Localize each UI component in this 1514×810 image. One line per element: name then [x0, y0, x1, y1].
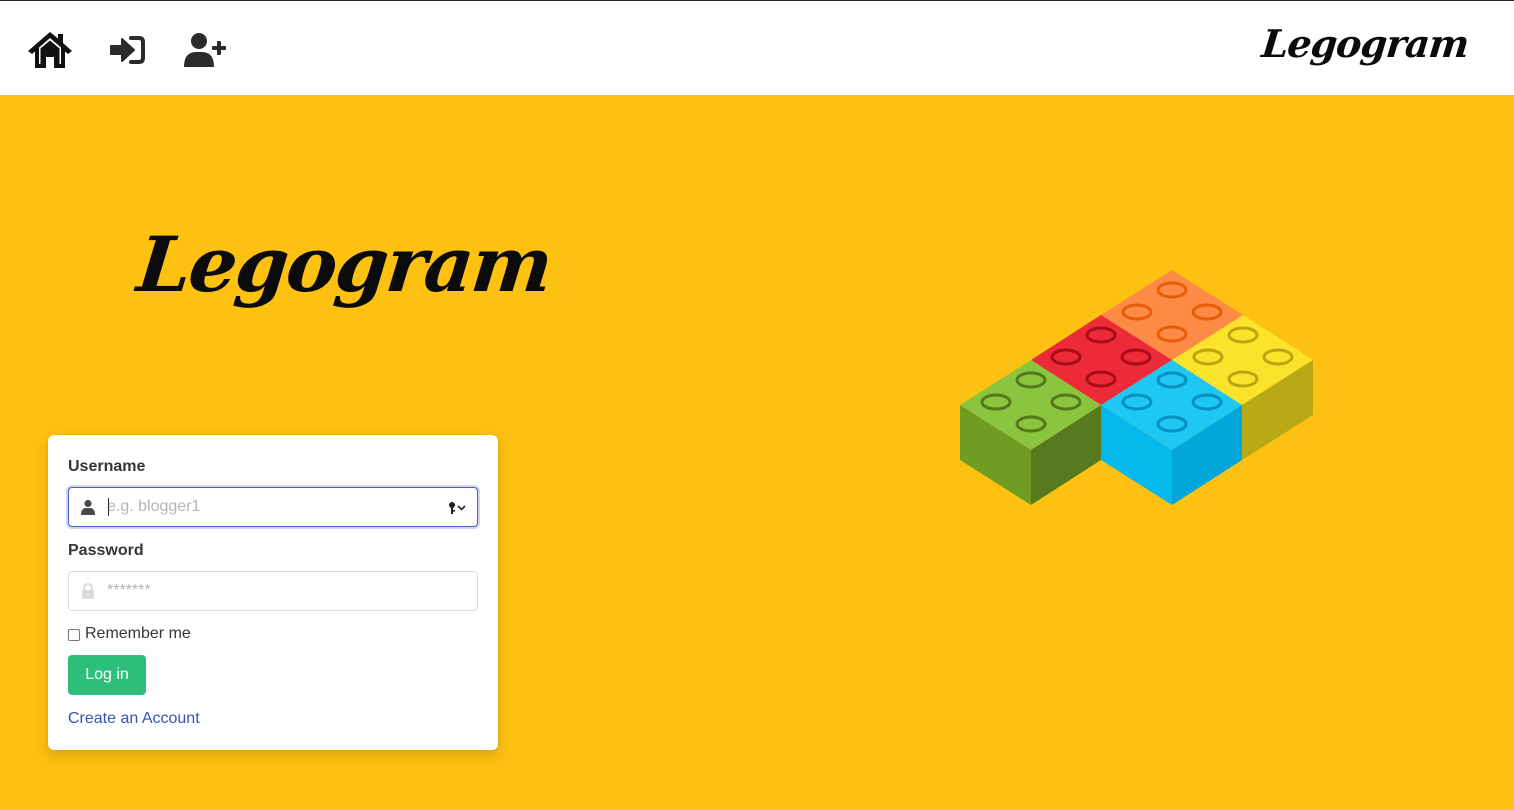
user-plus-icon	[184, 33, 226, 67]
username-input[interactable]	[107, 488, 427, 526]
home-icon	[28, 32, 72, 68]
navbar-brand-logo[interactable]: Legogram	[1259, 21, 1470, 66]
password-manager-key-icon[interactable]	[447, 500, 467, 516]
login-button[interactable]: Log in	[68, 655, 146, 695]
login-nav-button[interactable]	[104, 27, 152, 73]
password-field[interactable]	[68, 571, 478, 611]
password-label: Password	[68, 542, 144, 559]
password-input[interactable]	[107, 572, 427, 610]
lock-icon	[82, 583, 94, 599]
home-nav-button[interactable]	[26, 27, 74, 73]
user-icon	[81, 499, 95, 515]
username-label: Username	[68, 458, 146, 475]
checkbox-box[interactable]	[68, 629, 80, 641]
username-field[interactable]	[68, 487, 478, 527]
lego-bricks-illustration	[960, 270, 1313, 505]
top-navbar: Legogram	[0, 0, 1514, 95]
hero-logo: Legogram	[133, 220, 556, 309]
remember-me-checkbox[interactable]: Remember me	[68, 625, 191, 643]
sign-in-icon	[110, 36, 145, 64]
text-caret	[108, 498, 109, 516]
remember-me-label: Remember me	[85, 625, 191, 642]
signup-nav-button[interactable]	[182, 27, 230, 73]
login-card: Username Password Remember me Log in Cre…	[48, 435, 498, 750]
create-account-link[interactable]: Create an Account	[68, 710, 200, 728]
